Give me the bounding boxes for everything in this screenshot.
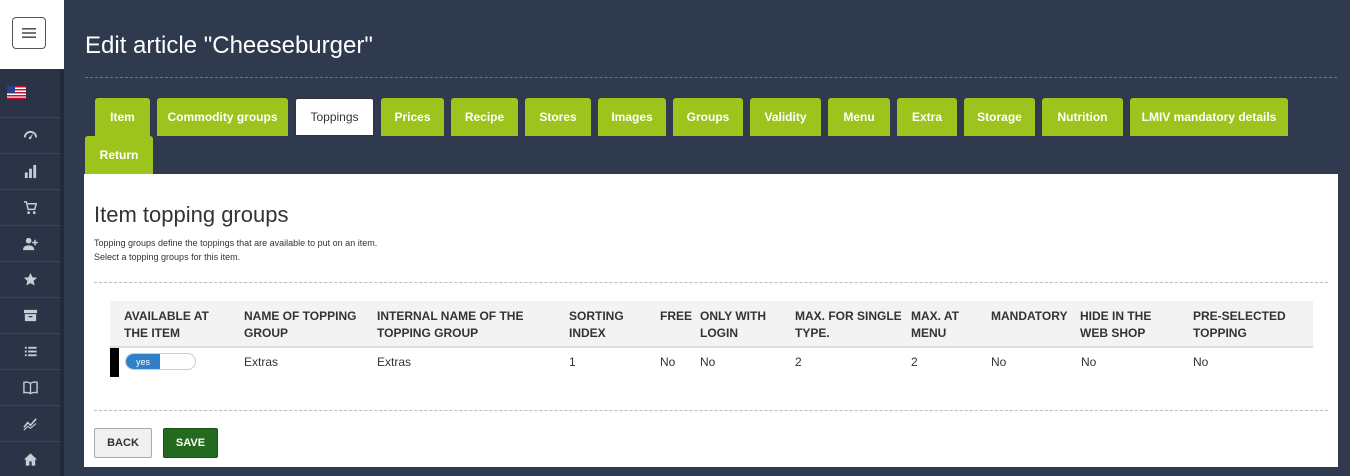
tab-storage[interactable]: Storage: [964, 98, 1035, 136]
cell-name: Extras: [244, 355, 279, 369]
available-toggle[interactable]: yes: [125, 353, 196, 370]
tab-lmiv-mandatory-details[interactable]: LMIV mandatory details: [1130, 98, 1288, 136]
star-icon: [23, 272, 37, 286]
sidebar: [0, 0, 64, 476]
trend-icon: [22, 418, 37, 431]
col-mandatory: MANDATORY: [991, 309, 1068, 323]
us-flag-icon[interactable]: [7, 86, 26, 99]
nav-dashboard[interactable]: [0, 117, 60, 153]
cell-sorting-index: 1: [569, 355, 576, 369]
tab-stores[interactable]: Stores: [525, 98, 591, 136]
cell-mandatory: No: [991, 355, 1007, 369]
content-panel: Item topping groups Topping groups defin…: [84, 174, 1338, 467]
section-description: Topping groups define the toppings that …: [94, 238, 378, 248]
page-title: Edit article "Cheeseburger": [85, 32, 373, 59]
nav-reports[interactable]: [0, 153, 60, 189]
table-row-divider: [110, 347, 1313, 348]
nav-home[interactable]: [0, 441, 60, 476]
tab-recipe[interactable]: Recipe: [451, 98, 518, 136]
tab-return[interactable]: Return: [85, 136, 153, 174]
col-hide-in-web-shop: HIDE IN THE WEB SHOP: [1080, 309, 1152, 340]
section-title: Item topping groups: [94, 202, 289, 227]
tab-validity[interactable]: Validity: [750, 98, 821, 136]
sidebar-edge: [60, 69, 64, 476]
col-free: FREE: [660, 309, 693, 323]
table-header: AVAILABLE AT THE ITEM NAME OF TOPPING GROU…: [110, 301, 1313, 347]
tab-prices[interactable]: Prices: [381, 98, 444, 136]
header-divider: [85, 77, 1337, 78]
list-icon: [24, 346, 37, 357]
cell-hide-in-web-shop: No: [1081, 355, 1097, 369]
col-internal-name: INTERNAL NAME OF THE TOPPING GROUP: [377, 309, 524, 340]
tab-menu[interactable]: Menu: [828, 98, 890, 136]
col-max-at-menu: MAX. AT MENU: [911, 309, 959, 340]
col-pre-selected-topping: PRE-SELECTED TOPPING: [1193, 309, 1286, 340]
save-button[interactable]: SAVE: [163, 428, 218, 458]
col-max-single-type: MAX. FOR SINGLE TYPE.: [795, 309, 902, 340]
cell-only-with-login: No: [700, 355, 716, 369]
hamburger-menu-button[interactable]: [12, 17, 46, 49]
nav-book[interactable]: [0, 369, 60, 405]
cart-icon: [23, 201, 37, 215]
nav-cart[interactable]: [0, 189, 60, 225]
col-sorting-index: SORTING INDEX: [569, 309, 624, 340]
cell-max-single-type: 2: [795, 355, 802, 369]
section-divider: [94, 282, 1328, 283]
menu-area: [0, 0, 64, 69]
gauge-icon: [23, 130, 37, 140]
table-bottom-divider: [94, 410, 1328, 411]
add-user-icon: [22, 237, 38, 251]
cell-internal-name: Extras: [377, 355, 412, 369]
nav-archive[interactable]: [0, 297, 60, 333]
archive-icon: [23, 309, 37, 322]
tab-item[interactable]: Item: [95, 98, 150, 136]
cell-free: No: [660, 355, 676, 369]
hamburger-icon: [22, 28, 36, 38]
tab-commodity-groups[interactable]: Commodity groups: [157, 98, 288, 136]
bar-chart-icon: [24, 164, 36, 179]
tab-extra[interactable]: Extra: [897, 98, 957, 136]
tab-groups[interactable]: Groups: [673, 98, 743, 136]
home-icon: [23, 453, 37, 466]
tab-images[interactable]: Images: [598, 98, 666, 136]
col-name: NAME OF TOPPING GROUP: [244, 309, 357, 340]
nav-favorites[interactable]: [0, 261, 60, 297]
section-instruction: Select a topping groups for this item.: [94, 252, 241, 262]
toggle-on-label: yes: [126, 354, 160, 369]
nav-list[interactable]: [0, 333, 60, 369]
col-only-with-login: ONLY WITH LOGIN: [700, 309, 767, 340]
tab-toppings[interactable]: Toppings: [295, 98, 374, 136]
tab-nutrition[interactable]: Nutrition: [1042, 98, 1123, 136]
cell-pre-selected-topping: No: [1193, 355, 1209, 369]
book-icon: [22, 381, 38, 395]
cell-max-at-menu: 2: [911, 355, 918, 369]
back-button[interactable]: BACK: [94, 428, 152, 458]
row-drag-handle[interactable]: [110, 348, 119, 377]
col-available: AVAILABLE AT THE ITEM: [124, 309, 209, 340]
nav-users[interactable]: [0, 225, 60, 261]
nav-trends[interactable]: [0, 405, 60, 441]
